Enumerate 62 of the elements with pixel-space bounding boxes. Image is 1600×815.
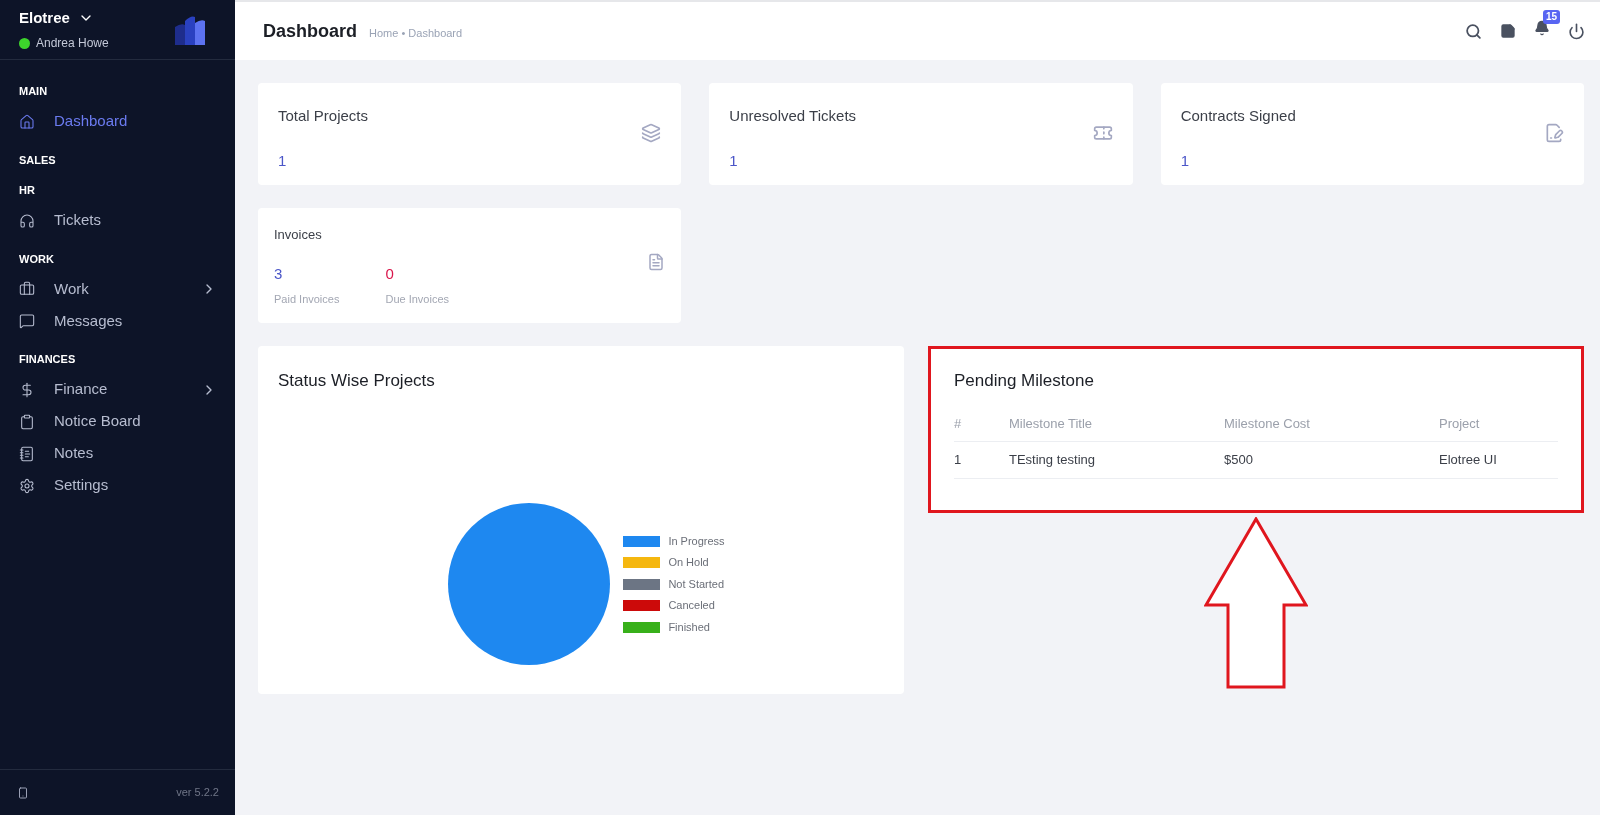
nav-section-title: SALES bbox=[18, 152, 57, 168]
nav-item[interactable]: Notice Board bbox=[0, 405, 235, 438]
invoice-label: Due Invoices bbox=[385, 292, 450, 307]
card-title: Status Wise Projects bbox=[278, 370, 436, 392]
nav-section-title: HR bbox=[18, 183, 36, 198]
legend-label: Canceled bbox=[668, 598, 715, 614]
power-button[interactable] bbox=[1568, 22, 1585, 40]
chat-icon bbox=[19, 313, 35, 329]
legend-label: On Hold bbox=[668, 555, 709, 571]
stat-value: 1 bbox=[1180, 150, 1190, 171]
ticket-icon bbox=[1092, 123, 1113, 143]
headphones-icon bbox=[19, 212, 35, 229]
nav-section-title: MAIN bbox=[18, 84, 49, 99]
column-header: Milestone Title bbox=[1009, 413, 1224, 442]
table-cell: $500 bbox=[1224, 441, 1439, 478]
nav-item[interactable]: Finance bbox=[0, 373, 235, 406]
workspace-menu[interactable]: Elotree bbox=[19, 6, 109, 30]
briefcase-icon bbox=[19, 281, 35, 297]
nav-item[interactable]: Messages bbox=[0, 305, 235, 337]
page-title: Dashboard bbox=[263, 19, 358, 43]
signed-document-icon bbox=[1544, 123, 1564, 143]
notes-icon bbox=[19, 445, 35, 462]
note-button[interactable] bbox=[1500, 23, 1516, 39]
phone-icon bbox=[17, 786, 29, 799]
card-title: Pending Milestone bbox=[954, 370, 1095, 392]
card-title: Invoices bbox=[274, 226, 323, 244]
table-cell: 1 bbox=[954, 441, 1009, 478]
stat-title: Contracts Signed bbox=[1180, 106, 1296, 126]
nav-item[interactable]: Notes bbox=[0, 437, 235, 470]
legend-label: Not Started bbox=[668, 576, 724, 592]
stat-title: Total Projects bbox=[278, 106, 369, 126]
column-header: Milestone Cost bbox=[1224, 413, 1439, 442]
table-cell: Elotree UI bbox=[1439, 441, 1558, 478]
nav-item[interactable]: Work bbox=[0, 273, 235, 305]
nav-section-title: FINANCES bbox=[18, 352, 77, 367]
notifications-button[interactable] bbox=[1534, 20, 1550, 36]
column-header: Project bbox=[1439, 413, 1558, 442]
notification-count: 15 bbox=[1543, 10, 1561, 24]
dollar-icon bbox=[19, 381, 35, 398]
nav-section-title: WORK bbox=[18, 251, 55, 267]
stat-title: Unresolved Tickets bbox=[729, 106, 857, 126]
home-icon bbox=[19, 113, 35, 130]
clipboard-icon bbox=[19, 413, 35, 430]
nav-item[interactable]: Dashboard bbox=[0, 105, 235, 138]
nav-item[interactable]: Tickets bbox=[0, 204, 235, 237]
table-cell: TEsting testing bbox=[1009, 441, 1224, 478]
invoice-count: 0 bbox=[385, 263, 395, 284]
legend-label: Finished bbox=[668, 619, 710, 635]
version-label: ver 5.2.2 bbox=[176, 785, 219, 801]
stat-value: 1 bbox=[729, 150, 739, 171]
settings-icon bbox=[19, 477, 35, 494]
invoice-label: Paid Invoices bbox=[274, 292, 340, 307]
user-name: Andrea Howe bbox=[36, 35, 109, 53]
column-header: # bbox=[954, 413, 1009, 442]
stat-value: 1 bbox=[278, 150, 288, 171]
invoice-count: 3 bbox=[274, 263, 284, 284]
layers-icon bbox=[641, 123, 662, 143]
breadcrumb: Home • Dashboard bbox=[369, 25, 463, 41]
search-button[interactable] bbox=[1465, 22, 1482, 40]
nav-item[interactable]: Settings bbox=[0, 469, 235, 502]
legend-label: In Progress bbox=[668, 533, 725, 549]
document-icon bbox=[647, 253, 666, 271]
